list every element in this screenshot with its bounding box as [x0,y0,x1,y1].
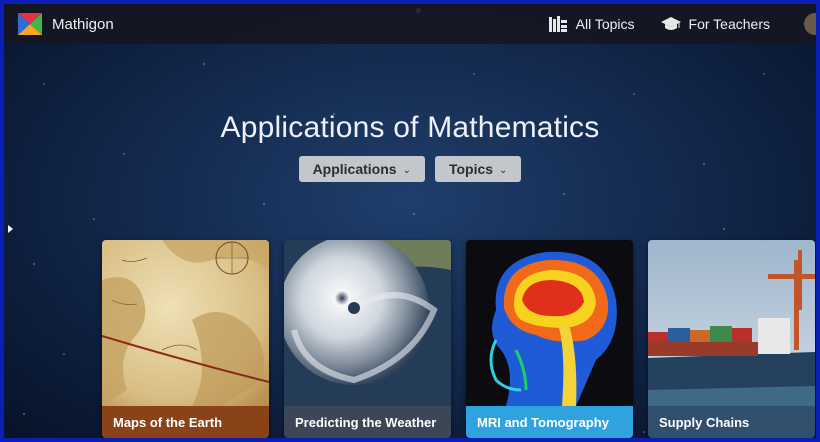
chevron-down-icon: ⌄ [402,164,411,176]
card-label: MRI and Tomography [466,406,633,438]
applications-dropdown-label: Applications [312,161,397,177]
antique-map-image [102,240,269,406]
nav-for-teachers[interactable]: For Teachers [660,15,770,33]
nav-all-topics-label: All Topics [575,16,635,32]
graduation-cap-icon [660,17,681,30]
application-cards: Maps of the Earth Predicting the Weather… [102,240,815,438]
card-predicting-the-weather[interactable]: Predicting the Weather [284,240,451,438]
page-title: Applications of Mathematics [220,111,600,144]
filter-dropdowns: Applications ⌄ Topics ⌄ [4,156,816,182]
applications-dropdown[interactable]: Applications ⌄ [298,156,425,182]
header-nav: All Topics For Teachers [548,13,816,35]
nav-for-teachers-label: For Teachers [688,16,770,32]
card-label: Supply Chains [648,406,815,438]
chevron-down-icon: ⌄ [499,164,508,176]
topics-dropdown-label: Topics [448,161,494,177]
page-frame: Mathigon All Topics For Teachers Applica… [0,0,820,442]
mri-brain-image [466,240,633,406]
nav-all-topics[interactable]: All Topics [548,15,635,33]
topics-dropdown[interactable]: Topics ⌄ [434,156,522,182]
brand-logo-link[interactable]: Mathigon [18,13,114,35]
card-maps-of-the-earth[interactable]: Maps of the Earth [102,240,269,438]
mathigon-logo-icon [18,13,42,35]
card-label: Maps of the Earth [102,406,269,438]
user-avatar[interactable] [804,13,816,35]
left-edge-marker [8,225,13,233]
top-navigation-bar: Mathigon All Topics For Teachers [4,4,816,44]
card-supply-chains[interactable]: Supply Chains [648,240,815,438]
hurricane-image [284,240,451,406]
brand-name: Mathigon [52,15,114,33]
card-mri-and-tomography[interactable]: MRI and Tomography [466,240,633,438]
card-label: Predicting the Weather [284,406,451,438]
container-ship-image [648,240,815,406]
books-icon [548,16,567,32]
